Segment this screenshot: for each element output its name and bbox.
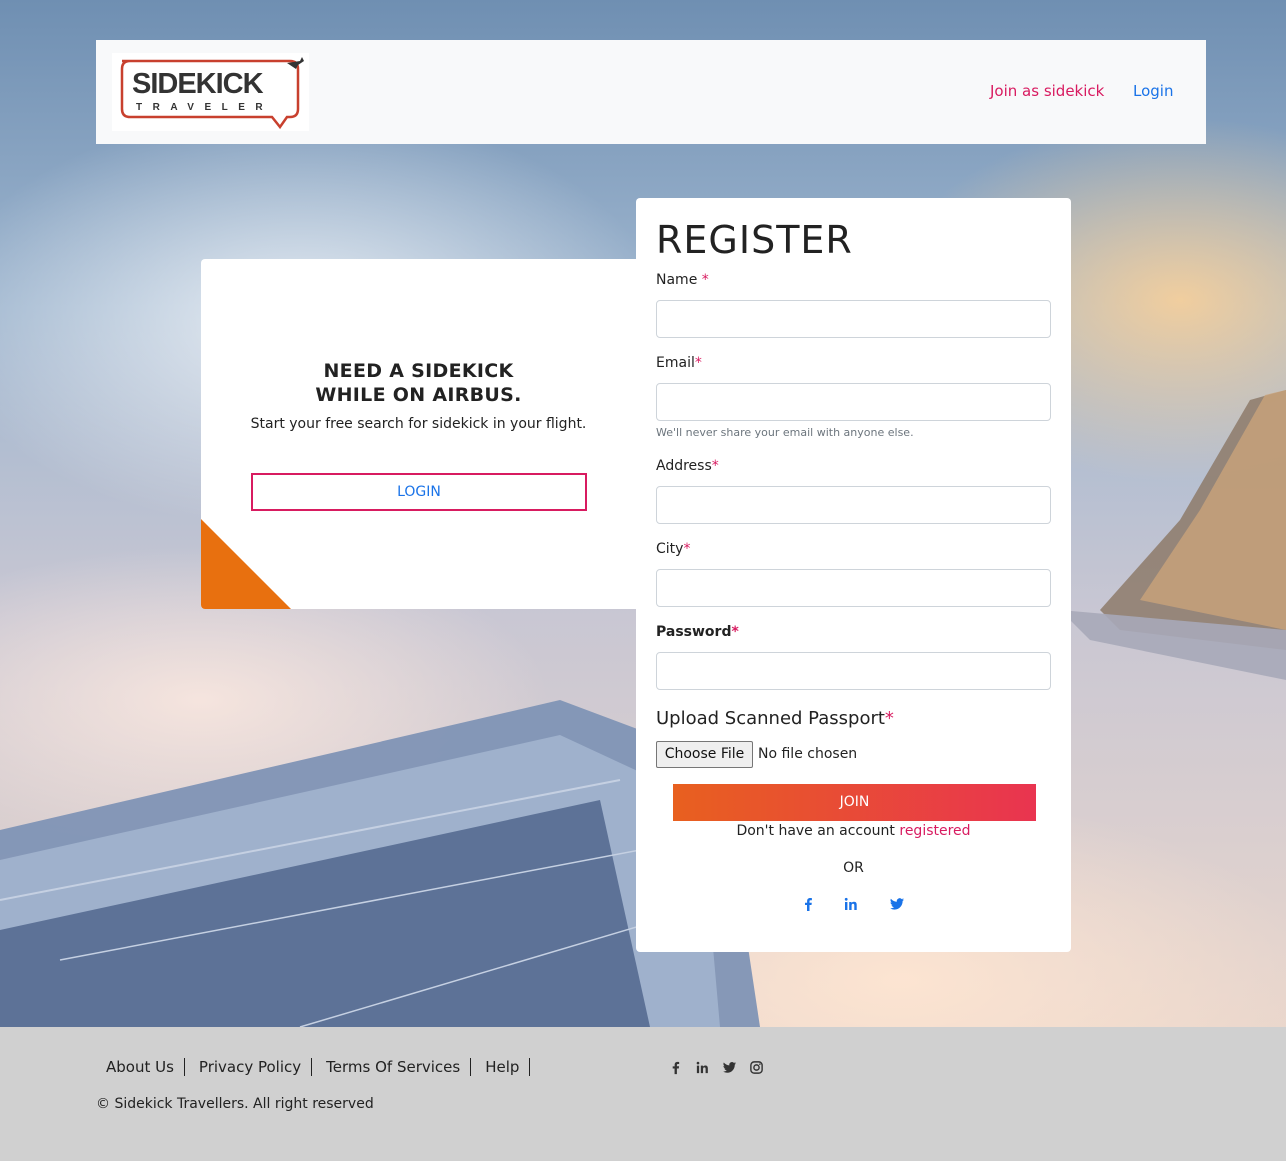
account-prompt: Don't have an account registered [636, 823, 1071, 839]
required-mark: * [884, 708, 894, 729]
password-input[interactable] [656, 652, 1051, 690]
city-label: City* [656, 541, 690, 557]
city-label-text: City [656, 541, 684, 557]
address-label-text: Address [656, 458, 712, 474]
password-label: Password* [656, 624, 739, 640]
instagram-icon[interactable] [749, 1060, 764, 1075]
city-input[interactable] [656, 569, 1051, 607]
email-label-text: Email [656, 355, 695, 371]
address-input[interactable] [656, 486, 1051, 524]
logo-main-text: SIDEKICK [132, 68, 264, 100]
required-mark: * [683, 541, 691, 557]
promo-card: NEED A SIDEKICK WHILE ON AIRBUS. Start y… [201, 259, 636, 609]
registered-link[interactable]: registered [899, 823, 970, 839]
airplane-icon [287, 57, 304, 69]
sidekick-traveler-logo[interactable]: SIDEKICK TRAVELER [112, 53, 309, 131]
twitter-icon[interactable] [722, 1060, 737, 1075]
footer-social-icons [668, 1060, 764, 1075]
account-prompt-text: Don't have an account [736, 823, 895, 839]
required-mark: * [711, 458, 719, 474]
facebook-icon[interactable] [800, 896, 816, 912]
join-button[interactable]: JOIN [673, 784, 1036, 821]
footer-links: About Us Privacy Policy Terms Of Service… [96, 1058, 531, 1076]
required-mark: * [731, 624, 739, 640]
password-label-text: Password [656, 624, 732, 640]
file-status-text: No file chosen [758, 746, 858, 762]
name-label-text: Name [656, 272, 698, 288]
email-label: Email* [656, 355, 702, 371]
or-divider: OR [843, 860, 864, 876]
top-navbar: SIDEKICK TRAVELER Join as sidekick Login [96, 40, 1206, 144]
address-label: Address* [656, 458, 719, 474]
footer: About Us Privacy Policy Terms Of Service… [0, 1027, 1286, 1161]
promo-subtitle: Start your free search for sidekick in y… [250, 416, 587, 432]
name-label: Name * [656, 272, 709, 288]
linkedin-icon[interactable] [843, 896, 859, 912]
required-mark: * [701, 272, 709, 288]
footer-link-privacy-policy[interactable]: Privacy Policy [185, 1058, 313, 1076]
upload-passport-label: Upload Scanned Passport* [656, 708, 894, 729]
facebook-icon[interactable] [668, 1060, 683, 1075]
promo-login-button[interactable]: LOGIN [251, 473, 587, 511]
email-input[interactable] [656, 383, 1051, 421]
nav-join-as-sidekick-link[interactable]: Join as sidekick [990, 82, 1104, 100]
linkedin-icon[interactable] [695, 1060, 710, 1075]
footer-link-help[interactable]: Help [471, 1058, 531, 1076]
orange-corner-decoration [201, 519, 291, 609]
promo-title-line-1: NEED A SIDEKICK [323, 360, 514, 382]
footer-link-terms-of-services[interactable]: Terms Of Services [312, 1058, 472, 1076]
promo-title-line-2: WHILE ON AIRBUS. [315, 384, 522, 406]
register-card: REGISTER Name * Email* We'll never share… [636, 198, 1071, 952]
email-help-text: We'll never share your email with anyone… [656, 426, 914, 439]
upload-passport-label-text: Upload Scanned Passport [656, 708, 885, 729]
footer-link-about-us[interactable]: About Us [96, 1058, 185, 1076]
name-input[interactable] [656, 300, 1051, 338]
logo-sub-text: TRAVELER [136, 102, 273, 113]
promo-title: NEED A SIDEKICK WHILE ON AIRBUS. [201, 359, 636, 407]
nav-login-link[interactable]: Login [1133, 82, 1173, 100]
copyright-text: © Sidekick Travellers. All right reserve… [96, 1096, 374, 1112]
required-mark: * [694, 355, 702, 371]
register-title: REGISTER [656, 218, 853, 262]
choose-file-button[interactable]: Choose File [656, 741, 753, 768]
twitter-icon[interactable] [889, 896, 905, 912]
